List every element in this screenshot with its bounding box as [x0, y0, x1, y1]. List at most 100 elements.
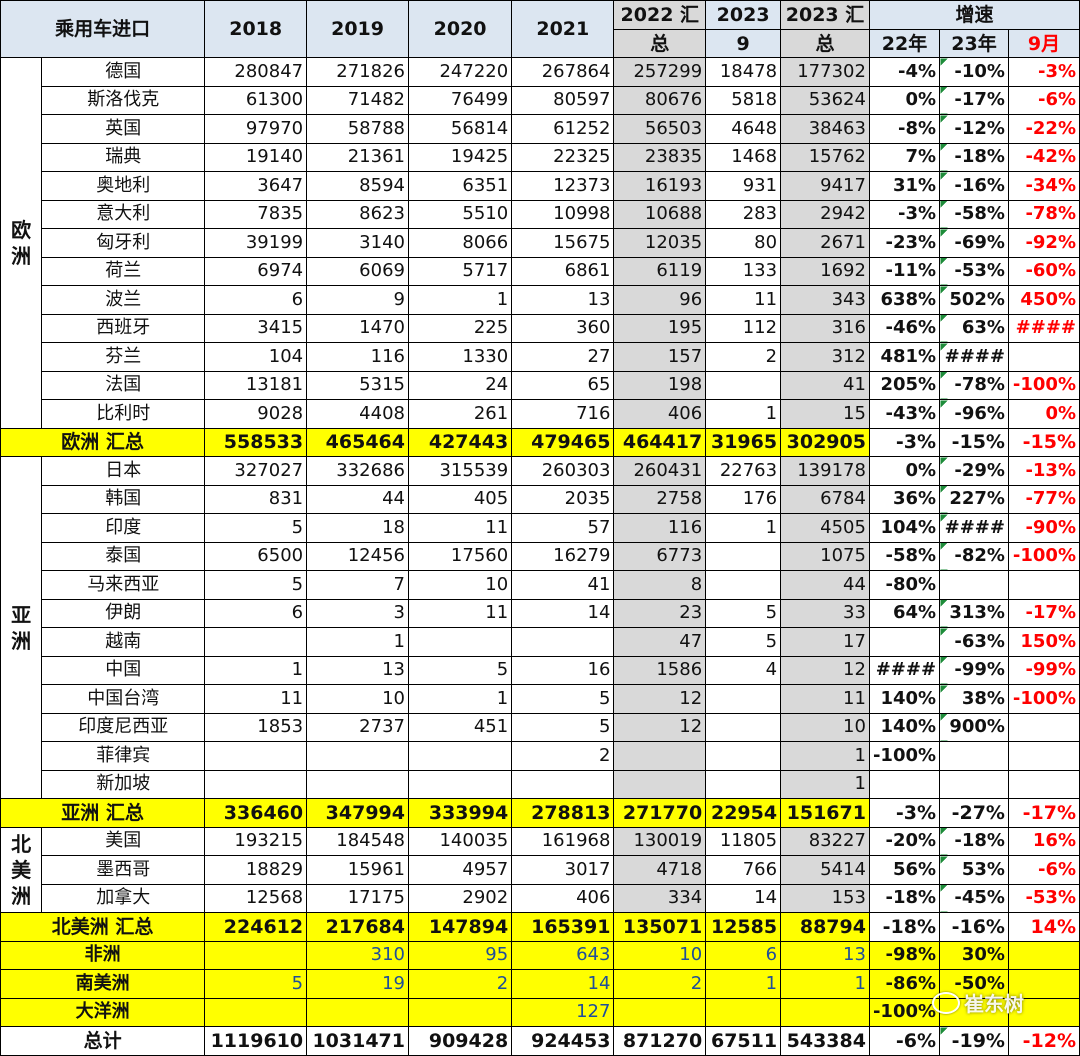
growth-cell: #### [1007, 313, 1080, 343]
value-cell: 53624 [780, 85, 870, 115]
growth-cell: -100% [1007, 541, 1080, 571]
value-cell: 5717 [407, 256, 513, 286]
value-cell [705, 741, 782, 771]
import-table: 乘用车进口 2018 2019 2020 2021 2022 汇 2023 20… [0, 0, 1080, 1056]
header-sum-2022: 2022 汇 [613, 0, 707, 30]
growth-cell: -3% [868, 427, 941, 457]
value-cell: 1853 [204, 712, 308, 742]
growth-cell: 104% [868, 513, 941, 543]
growth-cell: -82% [939, 541, 1009, 571]
value-cell: 10688 [613, 199, 707, 229]
country-name: 英国 [41, 114, 206, 144]
value-cell: 1 [780, 969, 870, 999]
country-name: 西班牙 [41, 313, 206, 343]
header-year-2021: 2021 [511, 0, 615, 58]
value-cell: 1 [705, 399, 782, 429]
growth-cell: -11% [868, 256, 941, 286]
value-cell: 267864 [511, 57, 615, 87]
value-cell: 22325 [511, 142, 615, 172]
value-cell: 116 [613, 513, 707, 543]
country-name: 匈牙利 [41, 228, 206, 258]
value-cell: 427443 [407, 427, 513, 457]
growth-cell: 638% [868, 285, 941, 315]
value-cell: 14 [511, 598, 615, 628]
growth-cell: -98% [868, 940, 941, 970]
value-cell: 18829 [204, 855, 308, 885]
value-cell: 1468 [705, 142, 782, 172]
header-sum-2022-cont: 总 [613, 29, 707, 58]
value-cell: 451 [407, 712, 513, 742]
country-name: 比利时 [41, 399, 206, 429]
value-cell: 65 [511, 370, 615, 400]
growth-cell: -18% [868, 912, 941, 942]
table-row: 中国台湾 11 10 1 5 12 11 140% 38% -100% [1, 684, 1080, 714]
growth-cell: -16% [939, 171, 1009, 201]
value-cell: 5 [511, 684, 615, 714]
value-cell: 12568 [204, 883, 308, 913]
growth-cell: 56% [868, 855, 941, 885]
watermark: 崔东树 [932, 988, 1024, 1017]
value-cell: 88794 [780, 912, 870, 942]
value-cell: 165391 [511, 912, 615, 942]
value-cell: 465464 [306, 427, 409, 457]
country-name: 越南 [41, 627, 206, 657]
value-cell [613, 997, 707, 1027]
value-cell: 6351 [407, 171, 513, 201]
value-cell [705, 370, 782, 400]
value-cell: 260431 [613, 456, 707, 486]
value-cell: 12373 [511, 171, 615, 201]
growth-cell: -90% [1007, 513, 1080, 543]
value-cell: 44 [306, 484, 409, 514]
value-cell: 17175 [306, 883, 409, 913]
value-cell: 11805 [705, 826, 782, 856]
growth-cell: -86% [868, 969, 941, 999]
value-cell: 13181 [204, 370, 308, 400]
value-cell: 18478 [705, 57, 782, 87]
growth-cell: -20% [868, 826, 941, 856]
value-cell: 24 [407, 370, 513, 400]
table-row: 欧洲 汇总 558533 465464 427443 479465 464417 31965… [0, 427, 1080, 457]
value-cell: 135071 [613, 912, 707, 942]
growth-cell: -6% [1007, 855, 1080, 885]
table-row: 亚洲 汇总 336460 347994 333994 278813 271770 22954… [0, 798, 1080, 828]
value-cell: 6119 [613, 256, 707, 286]
growth-cell: 30% [939, 940, 1009, 970]
growth-cell [1007, 741, 1080, 771]
value-cell: 83227 [780, 826, 870, 856]
growth-cell: 140% [868, 712, 941, 742]
growth-cell [868, 627, 941, 657]
country-name: 印度尼西亚 [41, 712, 206, 742]
value-cell: 225 [407, 313, 513, 343]
growth-cell: -17% [1007, 798, 1080, 828]
header-sep-2023-month: 9 [705, 29, 782, 58]
growth-cell: -46% [868, 313, 941, 343]
header-growth-22: 22年 [868, 29, 941, 58]
value-cell [204, 997, 308, 1027]
growth-cell: -96% [939, 399, 1009, 429]
country-name: 波兰 [41, 285, 206, 315]
value-cell: 271770 [613, 798, 707, 828]
value-cell: 4408 [306, 399, 409, 429]
value-cell: 12 [613, 684, 707, 714]
value-cell: 3415 [204, 313, 308, 343]
row-label: 南美洲 [0, 969, 206, 999]
value-cell [705, 570, 782, 600]
value-cell: 39199 [204, 228, 308, 258]
value-cell: 96 [613, 285, 707, 315]
growth-cell: 150% [1007, 627, 1080, 657]
table-row: 越南 1 47 5 17 -63% 150% [1, 627, 1080, 657]
growth-cell: -100% [1007, 370, 1080, 400]
value-cell: 1 [407, 285, 513, 315]
value-cell: 56814 [407, 114, 513, 144]
value-cell: 5315 [306, 370, 409, 400]
value-cell [306, 769, 409, 799]
growth-cell: -3% [868, 798, 941, 828]
growth-cell: -78% [939, 370, 1009, 400]
country-name: 泰国 [41, 541, 206, 571]
value-cell: 257299 [613, 57, 707, 87]
value-cell: 6784 [780, 484, 870, 514]
growth-cell: -34% [1007, 171, 1080, 201]
country-name: 德国 [41, 57, 206, 87]
value-cell [204, 741, 308, 771]
value-cell [204, 769, 308, 799]
